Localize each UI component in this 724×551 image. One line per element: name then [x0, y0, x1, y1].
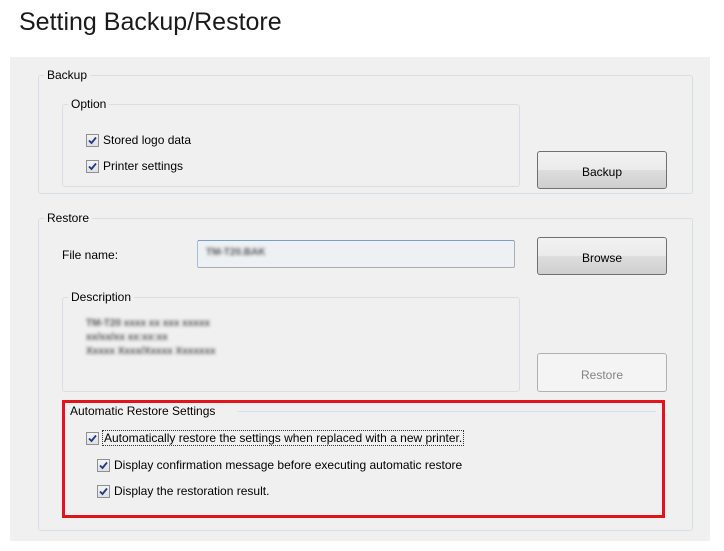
browse-button[interactable]: Browse — [537, 237, 667, 275]
checkbox-checked-icon[interactable] — [86, 133, 99, 147]
restore-button[interactable]: Restore — [537, 353, 667, 392]
description-legend: Description — [68, 290, 135, 304]
option-legend: Option — [68, 97, 110, 111]
file-name-label: File name: — [62, 248, 119, 262]
printer-settings-option[interactable]: Printer settings — [86, 159, 183, 173]
stored-logo-data-label: Stored logo data — [103, 133, 192, 147]
file-name-field[interactable]: TM-T20.BAK — [197, 240, 515, 268]
backup-button[interactable]: Backup — [537, 151, 667, 189]
highlight-box — [62, 400, 665, 518]
printer-settings-label: Printer settings — [103, 159, 184, 173]
description-line: xx/xx/xx xx:xx:xx — [86, 332, 168, 343]
backup-legend: Backup — [44, 68, 91, 82]
stored-logo-data-option[interactable]: Stored logo data — [86, 133, 191, 147]
restore-legend: Restore — [44, 211, 93, 225]
page-title: Setting Backup/Restore — [19, 8, 282, 36]
checkbox-checked-icon[interactable] — [86, 159, 99, 173]
description-line: TM-T20 xxxx xx xxx xxxxx — [86, 318, 210, 329]
file-name-value: TM-T20.BAK — [206, 247, 266, 258]
description-line: Xxxxx Xxxx/Xxxxx Xxxxxxx — [86, 346, 216, 357]
description-group: Description — [62, 290, 520, 392]
